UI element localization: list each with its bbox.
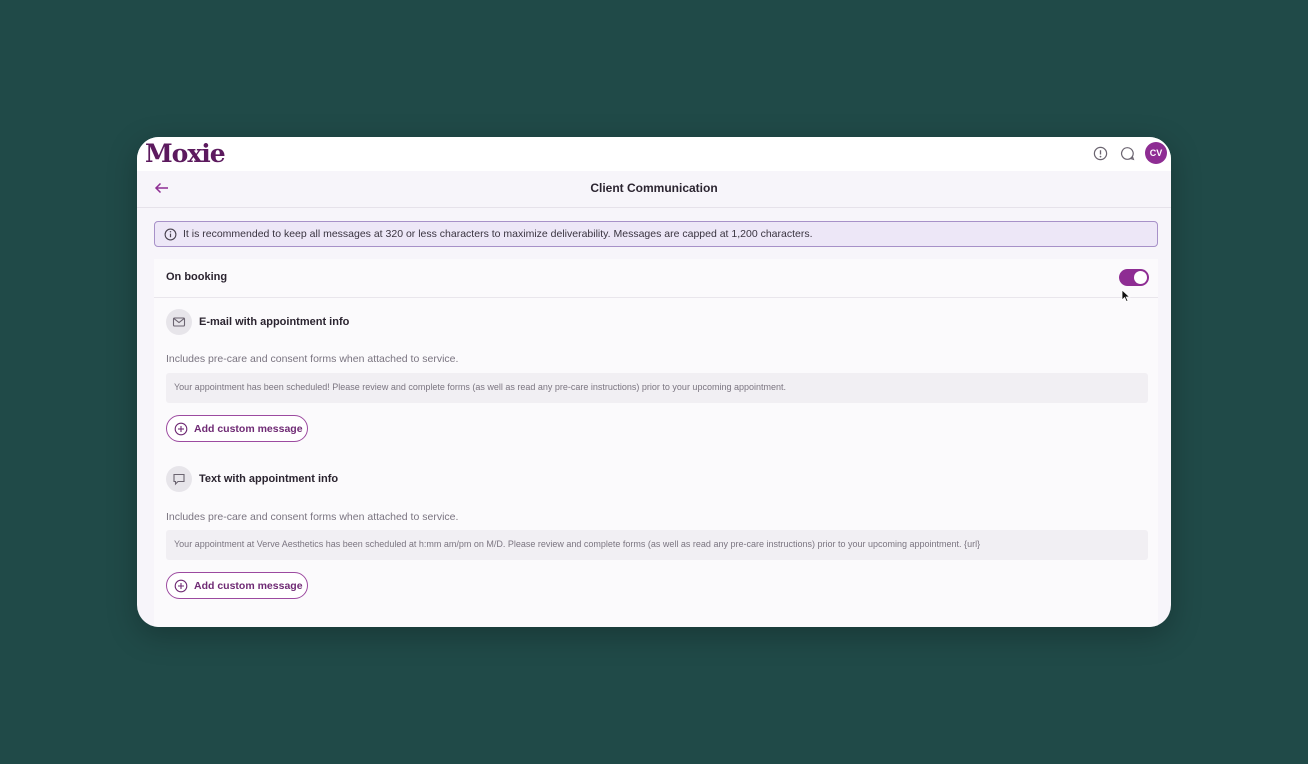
on-booking-card: On booking E-mail with appointment info … [154, 259, 1158, 627]
top-bar: Moxie CV [137, 137, 1171, 171]
toggle-knob [1134, 271, 1147, 284]
mouse-cursor-icon [1121, 289, 1131, 303]
button-label: Add custom message [194, 579, 303, 592]
text-title: Text with appointment info [199, 473, 339, 485]
alert-circle-icon[interactable] [1091, 144, 1109, 162]
page-title: Client Communication [590, 181, 718, 195]
avatar[interactable]: CV [1145, 142, 1167, 164]
email-description: Includes pre-care and consent forms when… [166, 353, 459, 365]
text-add-custom-message-button[interactable]: Add custom message [166, 572, 308, 599]
section-title: On booking [166, 271, 228, 283]
plus-circle-icon [174, 422, 188, 436]
email-add-custom-message-button[interactable]: Add custom message [166, 415, 308, 442]
text-message-text: Your appointment at Verve Aesthetics has… [174, 539, 981, 549]
email-title: E-mail with appointment info [199, 316, 350, 328]
email-row: E-mail with appointment info [166, 309, 349, 335]
section-header: On booking [154, 259, 1158, 303]
notice-text: It is recommended to keep all messages a… [183, 228, 813, 240]
plus-circle-icon [174, 579, 188, 593]
info-icon [163, 227, 177, 241]
chat-icon[interactable] [1118, 144, 1136, 162]
button-label: Add custom message [194, 422, 303, 435]
text-row: Text with appointment info [166, 466, 338, 492]
text-description: Includes pre-care and consent forms when… [166, 511, 459, 523]
app-window: Moxie CV Client Communication It is reco… [137, 137, 1171, 627]
on-booking-toggle[interactable] [1119, 269, 1149, 286]
top-bar-actions: CV [1091, 142, 1167, 164]
email-message-box[interactable]: Your appointment has been scheduled! Ple… [166, 373, 1148, 403]
email-message-text: Your appointment has been scheduled! Ple… [174, 382, 786, 392]
moxie-logo[interactable]: Moxie [145, 139, 226, 168]
text-message-box[interactable]: Your appointment at Verve Aesthetics has… [166, 530, 1148, 560]
page-header: Client Communication [137, 171, 1171, 208]
character-limit-notice: It is recommended to keep all messages a… [154, 221, 1158, 247]
message-icon [166, 466, 192, 492]
mail-icon [166, 309, 192, 335]
